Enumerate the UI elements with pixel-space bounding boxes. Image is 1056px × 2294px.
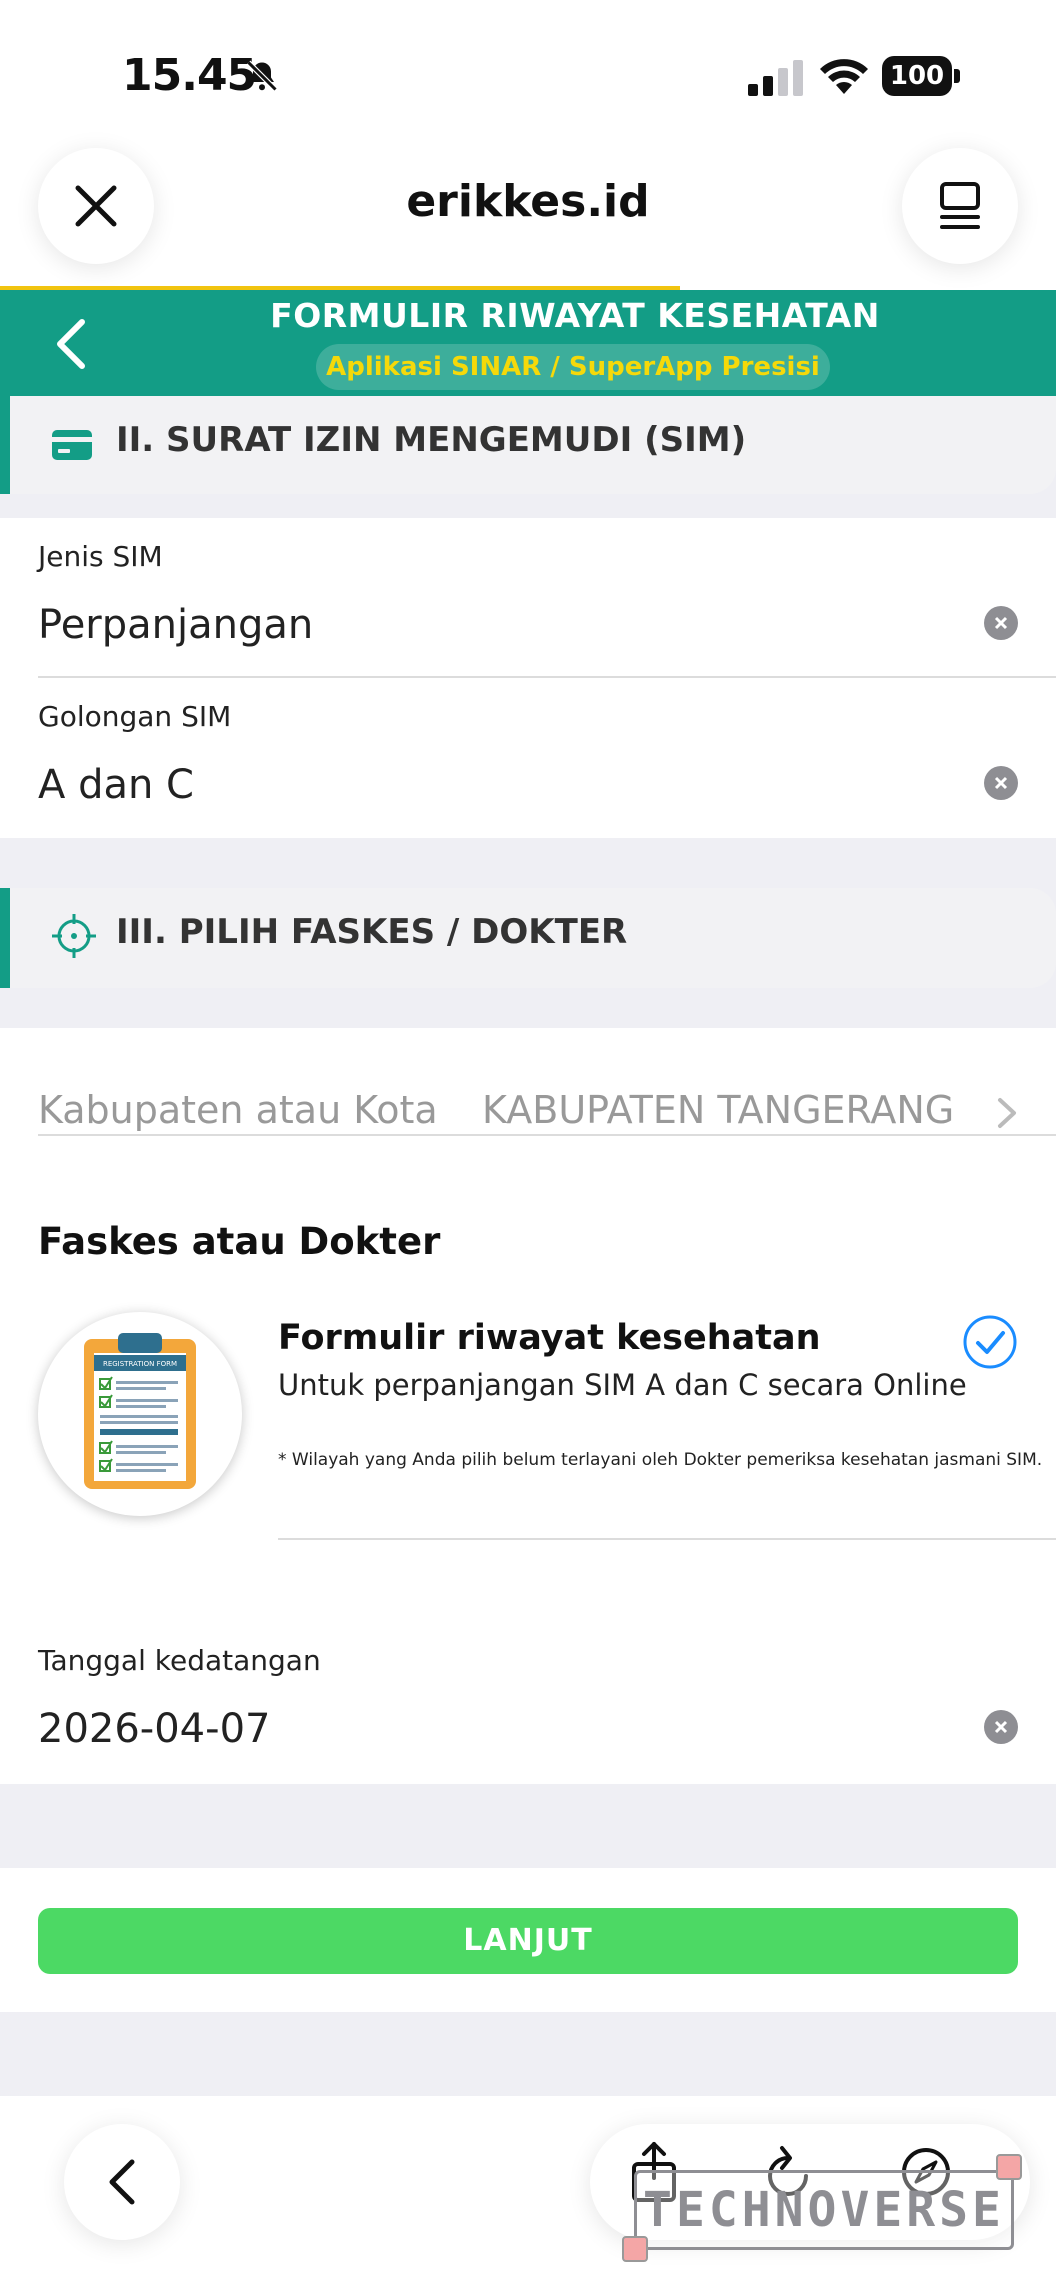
chip-decoration (996, 2154, 1022, 2180)
clipboard-icon: REGISTRATION FORM (84, 1333, 196, 1489)
watermark-logo: TECHNOVERSE (634, 2170, 1014, 2250)
jenis-sim-field[interactable]: Perpanjangan (38, 602, 313, 648)
region-label: Kabupaten atau Kota (38, 1088, 438, 1132)
tabs-icon (940, 182, 980, 229)
clear-icon[interactable] (984, 1710, 1018, 1744)
section-faskes-header: III. PILIH FASKES / DOKTER (0, 888, 1056, 988)
back-button[interactable] (64, 2124, 180, 2240)
option-note: * Wilayah yang Anda pilih belum terlayan… (278, 1450, 1043, 1470)
battery-indicator: 100 (882, 56, 960, 96)
check-circle-icon[interactable] (962, 1314, 1018, 1370)
tabs-button[interactable] (902, 148, 1018, 264)
option-subtitle: Untuk perpanjangan SIM A dan C secara On… (278, 1368, 967, 1402)
crosshair-icon (52, 914, 96, 958)
next-button[interactable]: LANJUT (38, 1908, 1018, 1974)
golongan-sim-label: Golongan SIM (38, 700, 232, 733)
date-label: Tanggal kedatangan (38, 1644, 321, 1677)
date-field[interactable]: 2026-04-07 (38, 1706, 270, 1752)
section-sim-title: II. SURAT IZIN MENGEMUDI (SIM) (116, 420, 747, 460)
section-sim-header: II. SURAT IZIN MENGEMUDI (SIM) (0, 396, 1056, 494)
clear-icon[interactable] (984, 606, 1018, 640)
wifi-icon (820, 59, 868, 94)
back-chevron-icon[interactable] (50, 316, 94, 372)
url-label[interactable]: erikkes.id (0, 176, 1056, 227)
sim-fields-panel: Jenis SIM Perpanjangan Golongan SIM A da… (0, 518, 1056, 838)
section-faskes-title: III. PILIH FASKES / DOKTER (116, 912, 628, 952)
option-title: Formulir riwayat kesehatan (278, 1318, 821, 1358)
chevron-right-icon (998, 1098, 1016, 1128)
form-caption: REGISTRATION FORM (103, 1360, 177, 1368)
app-subtitle: Aplikasi SINAR / SuperApp Presisi (316, 344, 830, 390)
faskes-heading: Faskes atau Dokter (38, 1220, 441, 1263)
region-selector[interactable]: Kabupaten atau Kota KABUPATEN TANGERANG (0, 1028, 1056, 1134)
form-thumbnail: REGISTRATION FORM (38, 1312, 242, 1516)
browser-bar: erikkes.id (0, 140, 1056, 290)
bell-slash-icon (246, 60, 278, 92)
app-title: FORMULIR RIWAYAT KESEHATAN (270, 296, 880, 335)
signal-icon (748, 60, 803, 96)
jenis-sim-label: Jenis SIM (38, 540, 163, 573)
status-time: 15.45 (122, 50, 257, 101)
app-header: FORMULIR RIWAYAT KESEHATAN Aplikasi SINA… (0, 290, 1056, 396)
chip-decoration (622, 2236, 648, 2262)
status-bar: 15.45 100 (0, 0, 1056, 140)
back-chevron-icon (109, 2159, 135, 2205)
clear-icon[interactable] (984, 766, 1018, 800)
id-card-icon (52, 430, 92, 460)
region-value: KABUPATEN TANGERANG (482, 1088, 955, 1132)
golongan-sim-field[interactable]: A dan C (38, 762, 194, 808)
